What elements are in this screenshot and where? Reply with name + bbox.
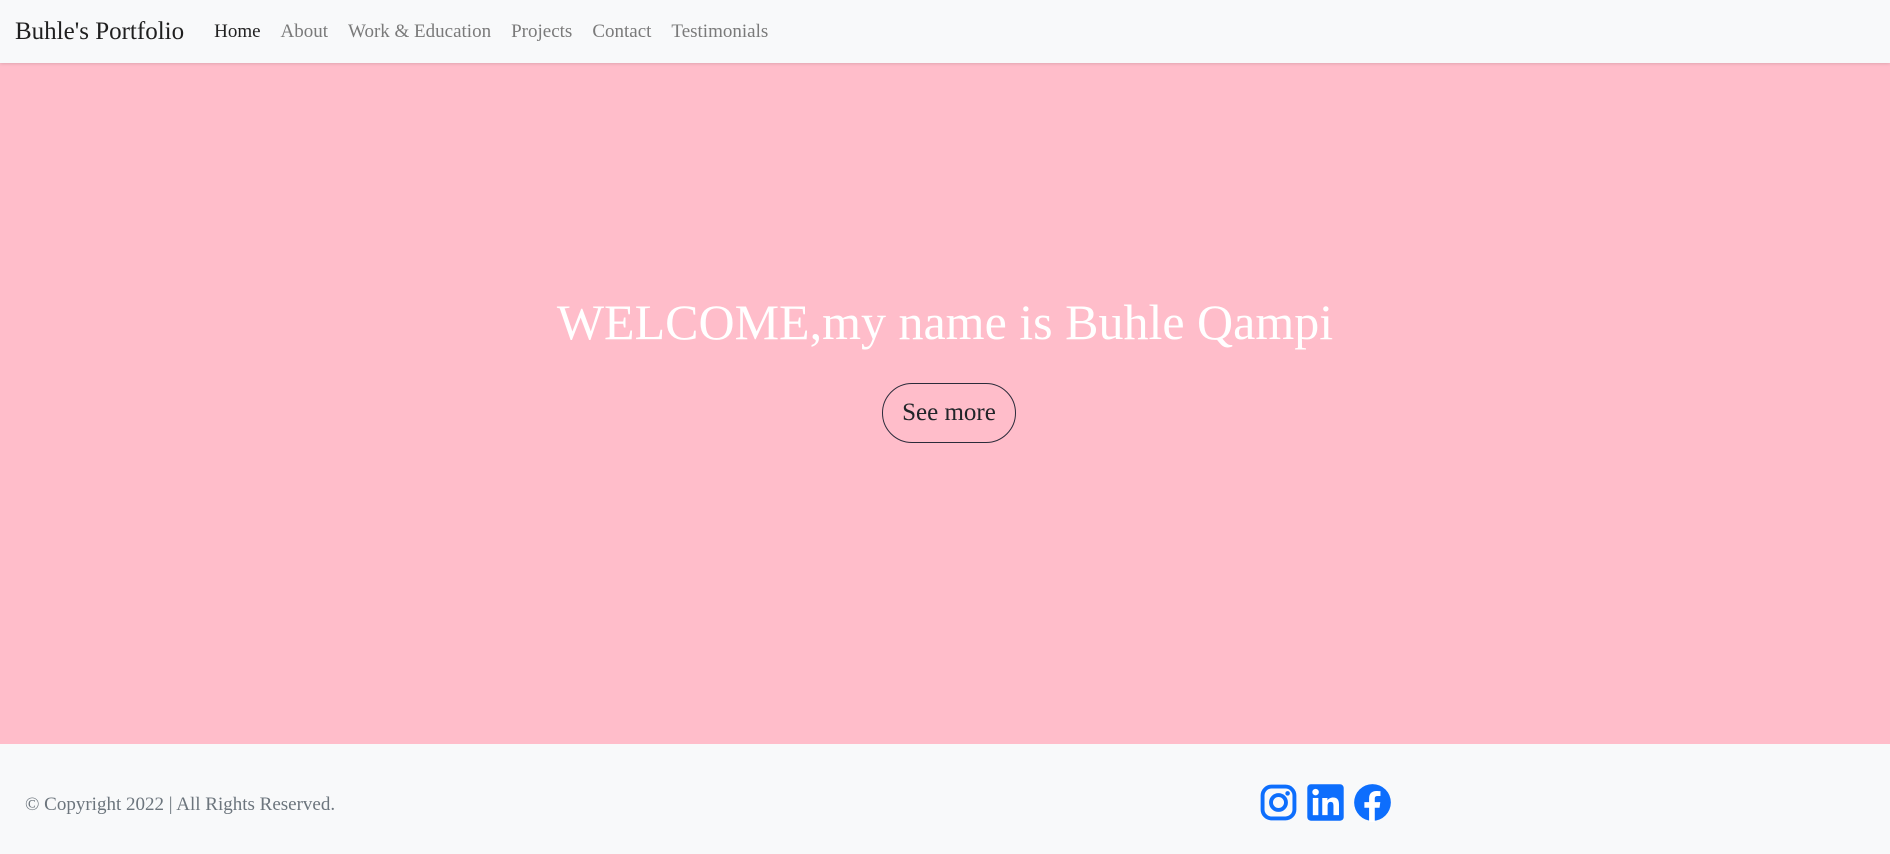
social-links: [1259, 783, 1392, 822]
nav-link-work-education[interactable]: Work & Education: [338, 21, 501, 43]
nav-links: Home About Work & Education Projects Con…: [204, 21, 778, 43]
brand-link[interactable]: Buhle's Portfolio: [15, 18, 184, 46]
nav-link-projects[interactable]: Projects: [501, 21, 582, 43]
instagram-icon[interactable]: [1259, 783, 1298, 822]
nav-link-home[interactable]: Home: [204, 21, 270, 43]
facebook-icon[interactable]: [1353, 783, 1392, 822]
hero-section: WELCOME,my name is Buhle Qampi See more: [0, 63, 1890, 744]
nav-link-testimonials[interactable]: Testimonials: [661, 21, 778, 43]
copyright-text: © Copyright 2022 | All Rights Reserved.: [25, 794, 336, 815]
navbar: Buhle's Portfolio Home About Work & Educ…: [0, 0, 1890, 63]
nav-link-contact[interactable]: Contact: [582, 21, 661, 43]
footer: © Copyright 2022 | All Rights Reserved.: [0, 744, 1890, 854]
nav-link-about[interactable]: About: [271, 21, 339, 43]
hero-title: WELCOME,my name is Buhle Qampi: [556, 294, 1334, 350]
see-more-button[interactable]: See more: [882, 383, 1016, 443]
linkedin-icon[interactable]: [1306, 783, 1345, 822]
